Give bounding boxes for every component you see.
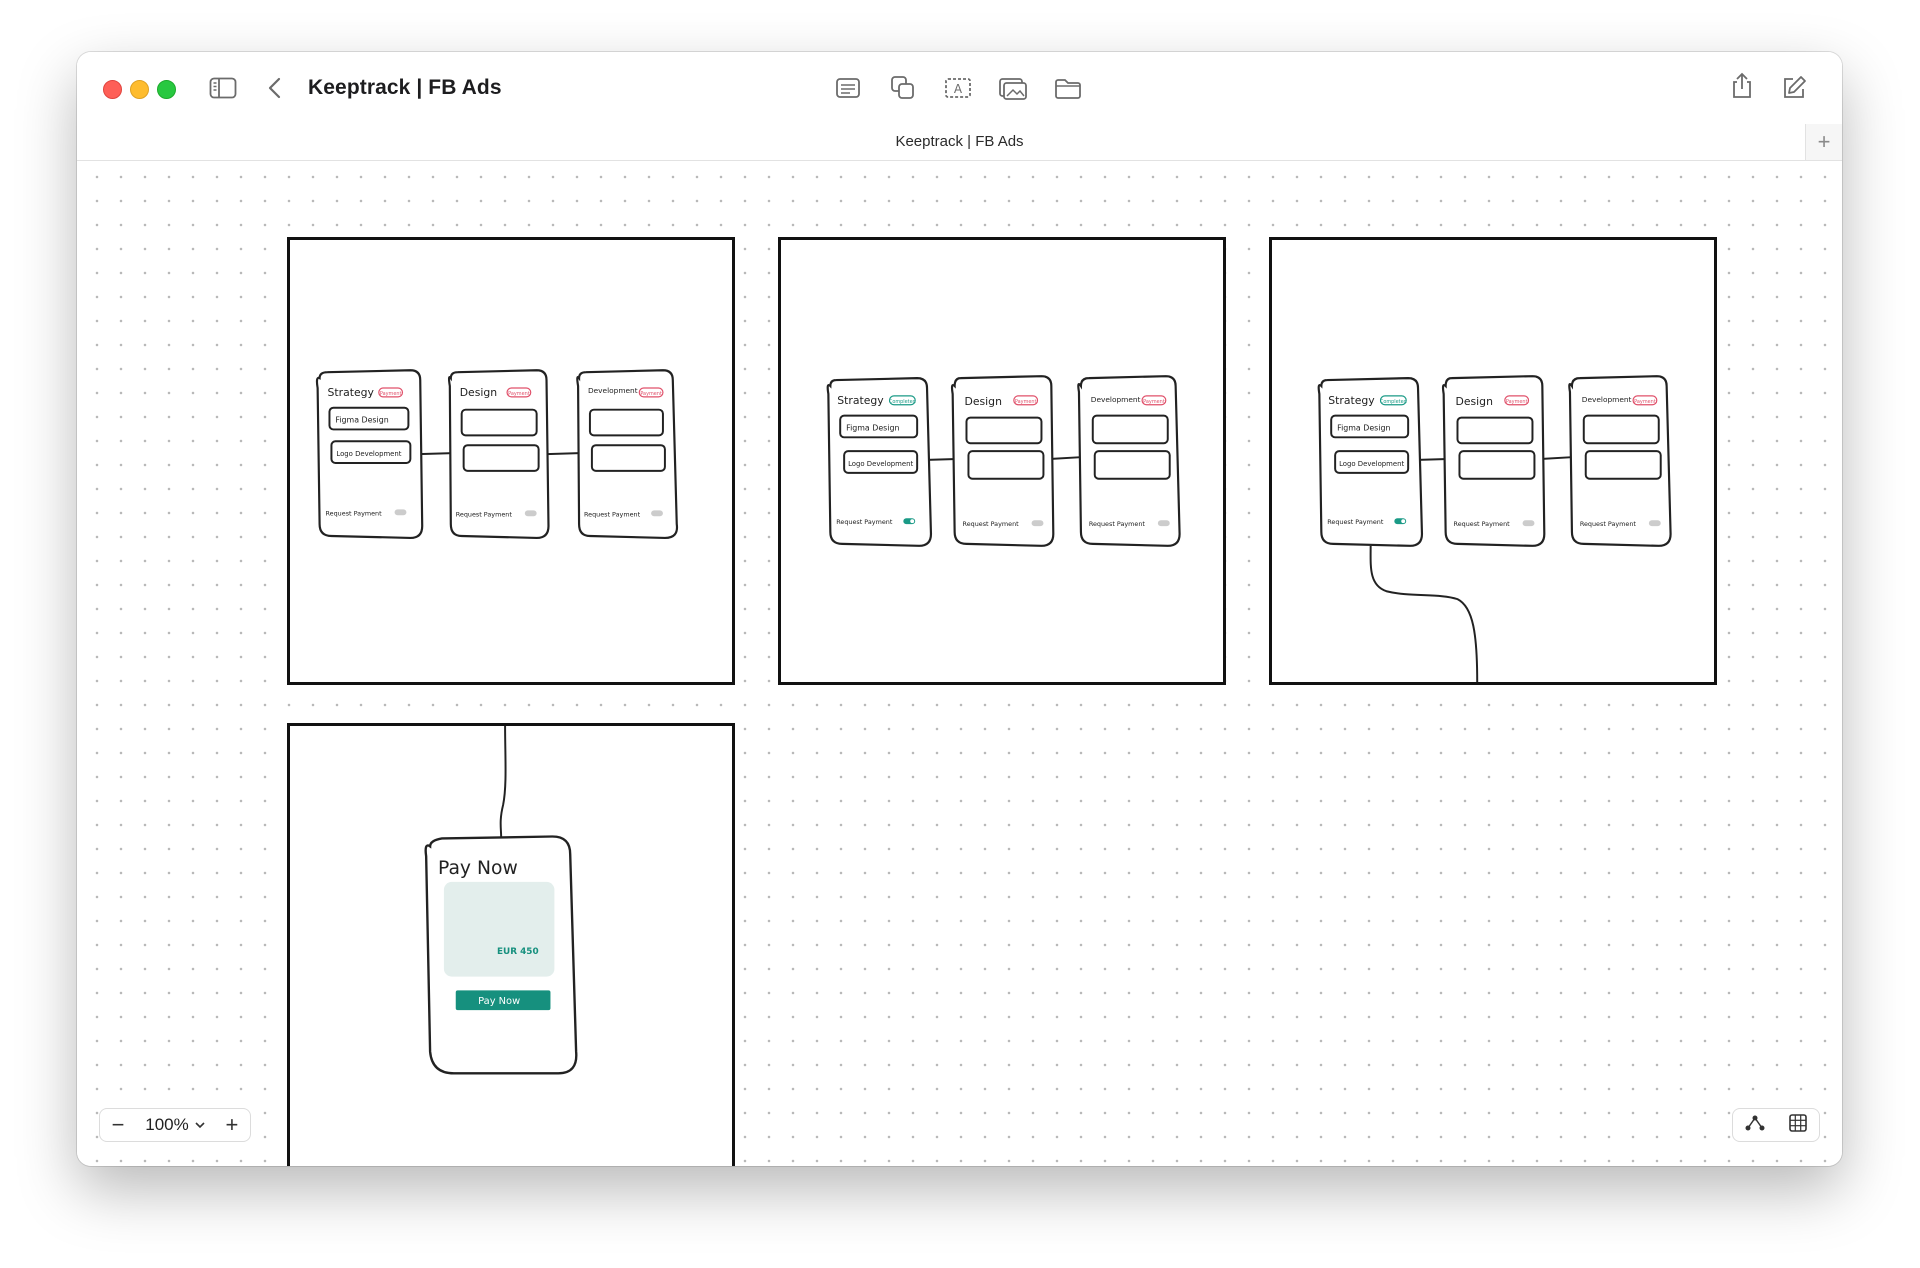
pay-card-title: Pay Now bbox=[438, 858, 518, 879]
pay-amount: EUR 450 bbox=[497, 947, 539, 957]
tab-title[interactable]: Keeptrack | FB Ads bbox=[77, 133, 1842, 150]
frame-2-sketch: Strategy Completed Figma Design Logo Dev… bbox=[826, 375, 1181, 547]
chevron-down-icon bbox=[195, 1122, 205, 1129]
task-item: Logo Development bbox=[848, 460, 913, 468]
column-badge: Payment bbox=[1506, 399, 1528, 405]
column-footer: Request Payment bbox=[1327, 518, 1384, 526]
grid-icon[interactable] bbox=[1788, 1113, 1808, 1138]
frame-1-sketch: Strategy Payment Figma Design Logo Devel… bbox=[315, 369, 679, 540]
frame-1-column-3[interactable]: Development Payment Request Payment bbox=[576, 369, 679, 540]
task-item: Figma Design bbox=[846, 423, 899, 432]
column-title: Strategy bbox=[837, 394, 884, 407]
task-item: Logo Development bbox=[336, 450, 401, 458]
column-badge: Payment bbox=[640, 391, 662, 397]
connector-icon[interactable] bbox=[1744, 1113, 1766, 1138]
frame-4[interactable]: Pay Now EUR 450 Pay Now bbox=[287, 723, 735, 1166]
column-badge: Completed bbox=[889, 399, 916, 405]
add-tab-button[interactable]: + bbox=[1805, 124, 1842, 160]
text-list-icon[interactable] bbox=[831, 71, 865, 105]
app-window: Keeptrack | FB Ads A Keeptrack | FB Ads … bbox=[77, 52, 1842, 1166]
column-badge: Completed bbox=[1380, 399, 1407, 405]
column-badge: Payment bbox=[380, 391, 402, 397]
column-footer: Request Payment bbox=[963, 520, 1020, 528]
request-payment-toggle[interactable] bbox=[524, 510, 537, 517]
request-payment-toggle[interactable] bbox=[1648, 520, 1661, 527]
request-payment-toggle[interactable] bbox=[651, 510, 663, 517]
column-title: Strategy bbox=[1328, 394, 1375, 407]
view-controls bbox=[1732, 1108, 1820, 1142]
column-footer: Request Payment bbox=[1454, 520, 1511, 528]
sidebar-toggle-icon[interactable] bbox=[206, 71, 240, 105]
pay-now-card[interactable]: Pay Now EUR 450 Pay Now bbox=[424, 835, 578, 1075]
column-footer: Request Payment bbox=[836, 518, 893, 526]
text-box-icon[interactable]: A bbox=[941, 71, 975, 105]
frame-3-sketch: Strategy Completed Figma Design Logo Dev… bbox=[1317, 375, 1672, 682]
back-chevron-icon[interactable] bbox=[258, 71, 292, 105]
zoom-out-button[interactable]: − bbox=[108, 1114, 128, 1136]
task-item: Figma Design bbox=[1337, 423, 1390, 432]
frame-3-column-2[interactable]: Design Payment Request Payment bbox=[1441, 375, 1546, 547]
shapes-icon[interactable] bbox=[886, 71, 920, 105]
frame-2[interactable]: Strategy Completed Figma Design Logo Dev… bbox=[778, 237, 1226, 685]
column-title: Design bbox=[1456, 395, 1493, 408]
frame-4-sketch: Pay Now EUR 450 Pay Now bbox=[424, 726, 578, 1075]
compose-icon[interactable] bbox=[1777, 71, 1811, 105]
column-title: Design bbox=[460, 386, 497, 399]
request-payment-toggle[interactable] bbox=[394, 509, 407, 516]
request-payment-toggle[interactable] bbox=[1522, 520, 1535, 527]
column-badge: Payment bbox=[508, 391, 530, 397]
request-payment-toggle[interactable] bbox=[1157, 520, 1170, 527]
task-item: Figma Design bbox=[335, 416, 388, 425]
column-title: Design bbox=[965, 395, 1002, 408]
zoom-in-button[interactable]: + bbox=[222, 1114, 242, 1136]
column-badge: Payment bbox=[1143, 399, 1165, 405]
column-badge: Payment bbox=[1015, 399, 1037, 405]
zoom-level-value: 100% bbox=[145, 1115, 189, 1134]
column-badge: Payment bbox=[1634, 399, 1656, 405]
frame-2-column-3[interactable]: Development Payment Request Payment bbox=[1077, 375, 1181, 547]
frame-1[interactable]: Strategy Payment Figma Design Logo Devel… bbox=[287, 237, 735, 685]
task-item: Logo Development bbox=[1339, 460, 1404, 468]
frame-2-column-2[interactable]: Design Payment Request Payment bbox=[950, 375, 1055, 547]
canvas[interactable]: Strategy Payment Figma Design Logo Devel… bbox=[77, 161, 1842, 1166]
frame-3-column-1[interactable]: Strategy Completed Figma Design Logo Dev… bbox=[1317, 377, 1424, 547]
frame-3-column-3[interactable]: Development Payment Request Payment bbox=[1568, 375, 1672, 547]
pay-amount-panel bbox=[443, 881, 555, 977]
column-title: Development bbox=[1582, 395, 1632, 404]
close-window-button[interactable] bbox=[103, 80, 122, 99]
frame-2-column-1[interactable]: Strategy Completed Figma Design Logo Dev… bbox=[826, 377, 933, 547]
column-footer: Request Payment bbox=[1580, 520, 1637, 528]
column-footer: Request Payment bbox=[326, 509, 383, 517]
svg-text:A: A bbox=[954, 82, 963, 96]
frame-1-column-1[interactable]: Strategy Payment Figma Design Logo Devel… bbox=[315, 369, 424, 540]
column-title: Development bbox=[1091, 395, 1141, 404]
zoom-level-select[interactable]: 100% bbox=[145, 1115, 205, 1135]
request-payment-toggle[interactable] bbox=[1031, 520, 1044, 527]
zoom-control: − 100% + bbox=[99, 1108, 251, 1142]
column-footer: Request Payment bbox=[1089, 520, 1146, 528]
pay-now-button-label: Pay Now bbox=[478, 996, 520, 1007]
frame-3[interactable]: Strategy Completed Figma Design Logo Dev… bbox=[1269, 237, 1717, 685]
column-footer: Request Payment bbox=[456, 510, 513, 518]
frame-4-connector bbox=[499, 726, 507, 837]
column-title: Strategy bbox=[327, 386, 374, 399]
share-icon[interactable] bbox=[1725, 69, 1759, 103]
column-footer: Request Payment bbox=[584, 510, 641, 518]
media-icon[interactable] bbox=[996, 71, 1030, 105]
folder-icon[interactable] bbox=[1051, 71, 1085, 105]
maximize-window-button[interactable] bbox=[157, 80, 176, 99]
frame-1-column-2[interactable]: Design Payment Request Payment bbox=[447, 369, 550, 540]
minimize-window-button[interactable] bbox=[130, 80, 149, 99]
window-title: Keeptrack | FB Ads bbox=[308, 76, 502, 99]
titlebar: Keeptrack | FB Ads A Keeptrack | FB Ads … bbox=[77, 52, 1842, 161]
column-title: Development bbox=[588, 386, 638, 395]
